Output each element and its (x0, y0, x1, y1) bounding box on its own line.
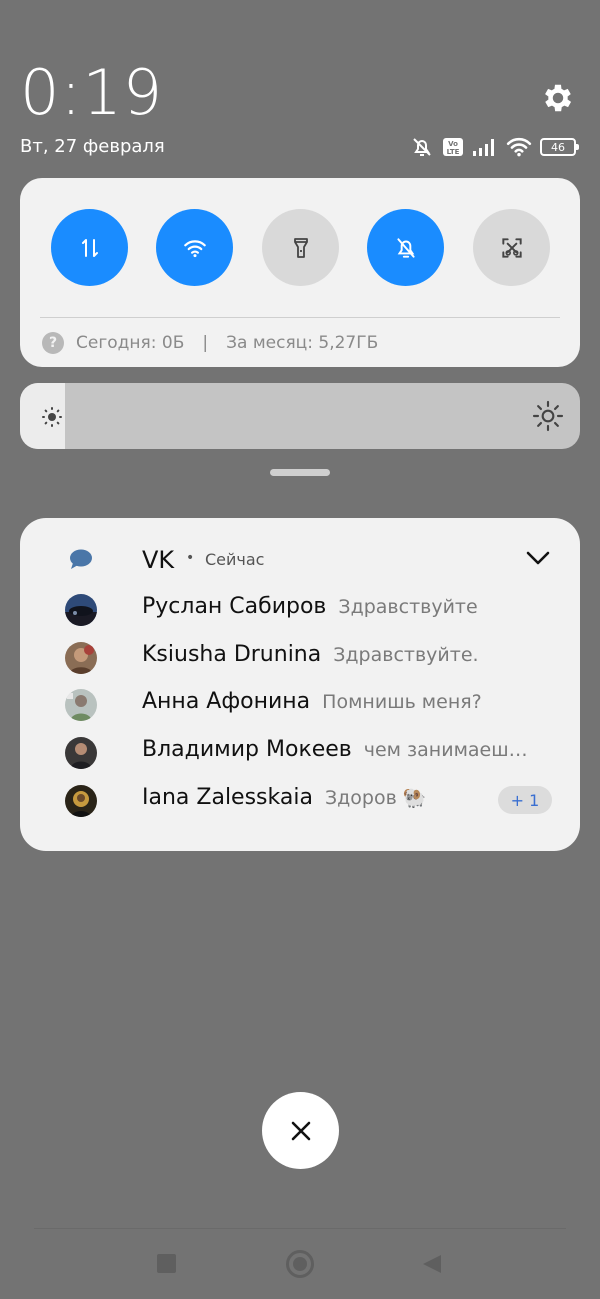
silent-mode-icon (413, 138, 431, 156)
help-icon: ? (42, 332, 64, 354)
drag-handle[interactable] (270, 469, 330, 476)
flashlight-icon (293, 237, 308, 258)
message-text: Здравствуйте. (333, 644, 479, 666)
data-usage[interactable]: ? Сегодня: 0Б | За месяц: 5,27ГБ (42, 331, 378, 355)
mobile-data-toggle[interactable] (51, 209, 128, 286)
sender-name: Руслан Сабиров Здравствуйте (142, 594, 478, 619)
sender-name: Ksiusha Drunina Здравствуйте. (142, 642, 479, 667)
avatar (65, 642, 97, 674)
message-row[interactable]: Руслан Сабиров Здравствуйте (20, 591, 580, 627)
vk-message-icon (70, 549, 92, 569)
data-month: За месяц: 5,27ГБ (226, 333, 379, 353)
message-row[interactable]: Анна Афонина Помнишь меня? (20, 686, 580, 722)
wifi-icon (506, 137, 532, 157)
navbar-divider (34, 1228, 566, 1229)
avatar (65, 785, 97, 817)
data-transfer-icon (81, 238, 98, 257)
data-today: Сегодня: 0Б (76, 333, 185, 353)
brightness-slider[interactable] (20, 383, 580, 449)
sender-name: Владимир Мокеев чем занимаеш… (142, 737, 528, 762)
screenshot-toggle[interactable] (473, 209, 550, 286)
data-separator: | (202, 333, 209, 353)
svg-text:Vo: Vo (448, 140, 458, 148)
brightness-low-icon (42, 407, 62, 427)
gear-icon[interactable] (540, 80, 576, 116)
message-text: Помнишь меня? (322, 691, 482, 713)
avatar (65, 689, 97, 721)
flashlight-toggle[interactable] (262, 209, 339, 286)
message-text: Здравствуйте (338, 596, 478, 618)
message-row[interactable]: Владимир Мокеев чем занимаеш… (20, 734, 580, 770)
wifi-toggle[interactable] (156, 209, 233, 286)
back-button[interactable] (421, 1253, 443, 1275)
avatar (65, 594, 97, 626)
home-button[interactable] (286, 1250, 314, 1278)
notification-time: Сейчас (205, 550, 265, 569)
clock[interactable]: 0:19 (20, 56, 163, 129)
silent-toggle[interactable] (367, 209, 444, 286)
chevron-down-icon[interactable] (526, 550, 550, 566)
message-row[interactable]: Iana Zalesskaia Здоров 🐏 + 1 (20, 782, 580, 818)
signal-icon (473, 139, 494, 156)
sender-name: Анна Афонина Помнишь меня? (142, 689, 482, 714)
wifi-icon (183, 239, 206, 257)
message-text: чем занимаеш… (363, 739, 528, 761)
clear-all-button[interactable] (262, 1092, 339, 1169)
message-row[interactable]: Ksiusha Drunina Здравствуйте. (20, 639, 580, 675)
qs-divider (40, 317, 560, 318)
separator-dot: • (186, 550, 195, 566)
svg-text:LTE: LTE (447, 148, 460, 156)
quick-settings-panel: ? Сегодня: 0Б | За месяц: 5,27ГБ (20, 178, 580, 367)
recents-button[interactable] (157, 1254, 176, 1273)
battery-icon: 46 (540, 138, 579, 156)
vk-notification[interactable]: VK • Сейчас Руслан Сабиров Здравствуйте K… (20, 518, 580, 851)
app-name: VK (142, 546, 175, 574)
message-text: Здоров 🐏 (324, 787, 427, 809)
avatar (65, 737, 97, 769)
date[interactable]: Вт, 27 февраля (20, 136, 165, 157)
screenshot-icon (501, 237, 522, 258)
volte-icon: Vo LTE (443, 138, 463, 156)
bell-off-icon (396, 237, 415, 258)
close-icon (291, 1121, 310, 1140)
more-messages-badge[interactable]: + 1 (498, 786, 552, 814)
brightness-high-icon (532, 400, 564, 432)
sender-name: Iana Zalesskaia Здоров 🐏 (142, 785, 427, 810)
status-icons: Vo LTE 46 (410, 134, 579, 160)
